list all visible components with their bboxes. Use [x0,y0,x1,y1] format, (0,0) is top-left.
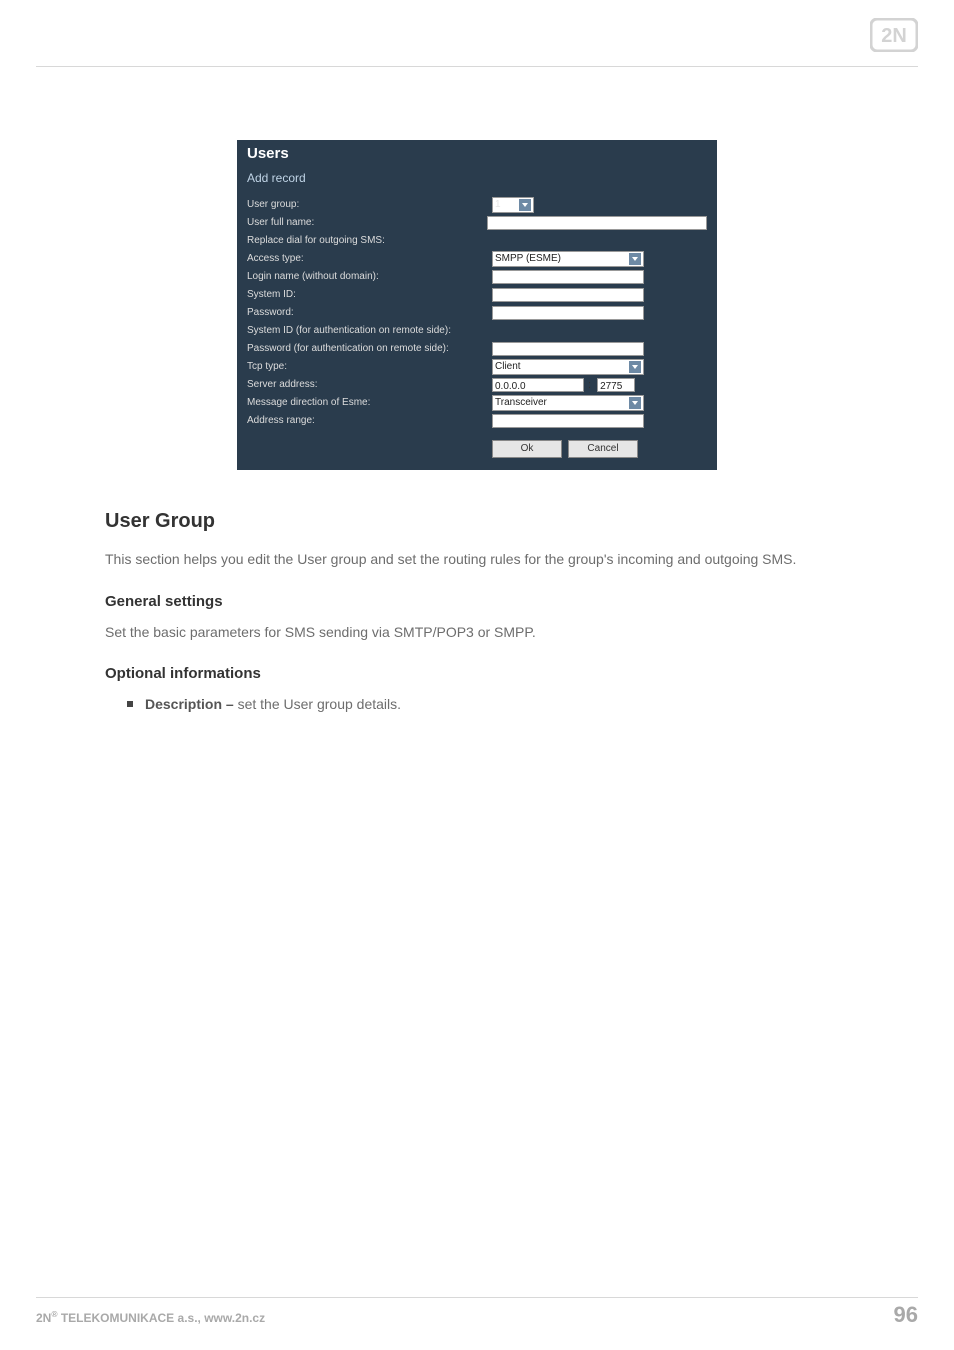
access-type-value: SMPP (ESME) [495,251,561,267]
label-system-id-remote: System ID (for authentication on remote … [247,323,492,339]
footer-rest: TELEKOMUNIKACE a.s., www.2n.cz [58,1311,266,1325]
label-access-type: Access type: [247,251,492,267]
label-tcp-type: Tcp type: [247,359,492,375]
panel-subtitle: Add record [237,170,717,196]
cancel-button[interactable]: Cancel [568,440,638,458]
label-replace-dial: Replace dial for outgoing SMS: [247,233,492,249]
heading-user-group: User Group [105,510,849,533]
header-divider [36,66,918,67]
address-range-input[interactable] [492,414,644,428]
label-user-full-name: User full name: [247,215,487,231]
svg-text:2N: 2N [881,25,907,47]
server-port-input[interactable]: 2775 [597,378,635,392]
bullet-description: Description – set the User group details… [145,694,849,716]
label-password: Password: [247,305,492,321]
panel-title: Users [237,140,717,170]
label-system-id: System ID: [247,287,492,303]
msg-direction-value: Transceiver [495,395,547,411]
heading-optional-info: Optional informations [105,665,849,682]
paragraph-intro: This section helps you edit the User gro… [105,549,849,571]
users-panel-figure: Users Add record User group: 1 User full… [237,140,717,470]
user-group-value: 1 [495,197,501,213]
label-password-remote: Password (for authentication on remote s… [247,341,492,357]
user-full-name-input[interactable] [487,216,707,230]
chevron-down-icon [519,199,531,211]
system-id-input[interactable] [492,288,644,302]
footer-divider [36,1297,918,1298]
label-msg-direction: Message direction of Esme: [247,395,492,411]
footer-company: 2N® TELEKOMUNIKACE a.s., www.2n.cz [36,1309,265,1325]
footer-prefix: 2N [36,1311,51,1325]
tcp-type-select[interactable]: Client [492,359,644,375]
brand-logo: 2N [870,18,918,57]
msg-direction-select[interactable]: Transceiver [492,395,644,411]
label-address-range: Address range: [247,413,492,429]
colon-separator: : [588,377,591,393]
tcp-type-value: Client [495,359,521,375]
label-login-name: Login name (without domain): [247,269,492,285]
password-remote-input[interactable] [492,342,644,356]
chevron-down-icon [629,361,641,373]
server-ip-input[interactable]: 0.0.0.0 [492,378,584,392]
heading-general-settings: General settings [105,593,849,610]
label-server-address: Server address: [247,377,492,393]
logo-icon: 2N [870,18,918,52]
ok-button[interactable]: Ok [492,440,562,458]
page-number: 96 [894,1302,918,1328]
access-type-select[interactable]: SMPP (ESME) [492,251,644,267]
bullet-rest: set the User group details. [234,696,401,712]
label-user-group: User group: [247,197,492,213]
chevron-down-icon [629,253,641,265]
bullet-strong: Description – [145,696,234,712]
chevron-down-icon [629,397,641,409]
password-input[interactable] [492,306,644,320]
login-name-input[interactable] [492,270,644,284]
user-group-select[interactable]: 1 [492,197,534,213]
paragraph-general: Set the basic parameters for SMS sending… [105,622,849,644]
